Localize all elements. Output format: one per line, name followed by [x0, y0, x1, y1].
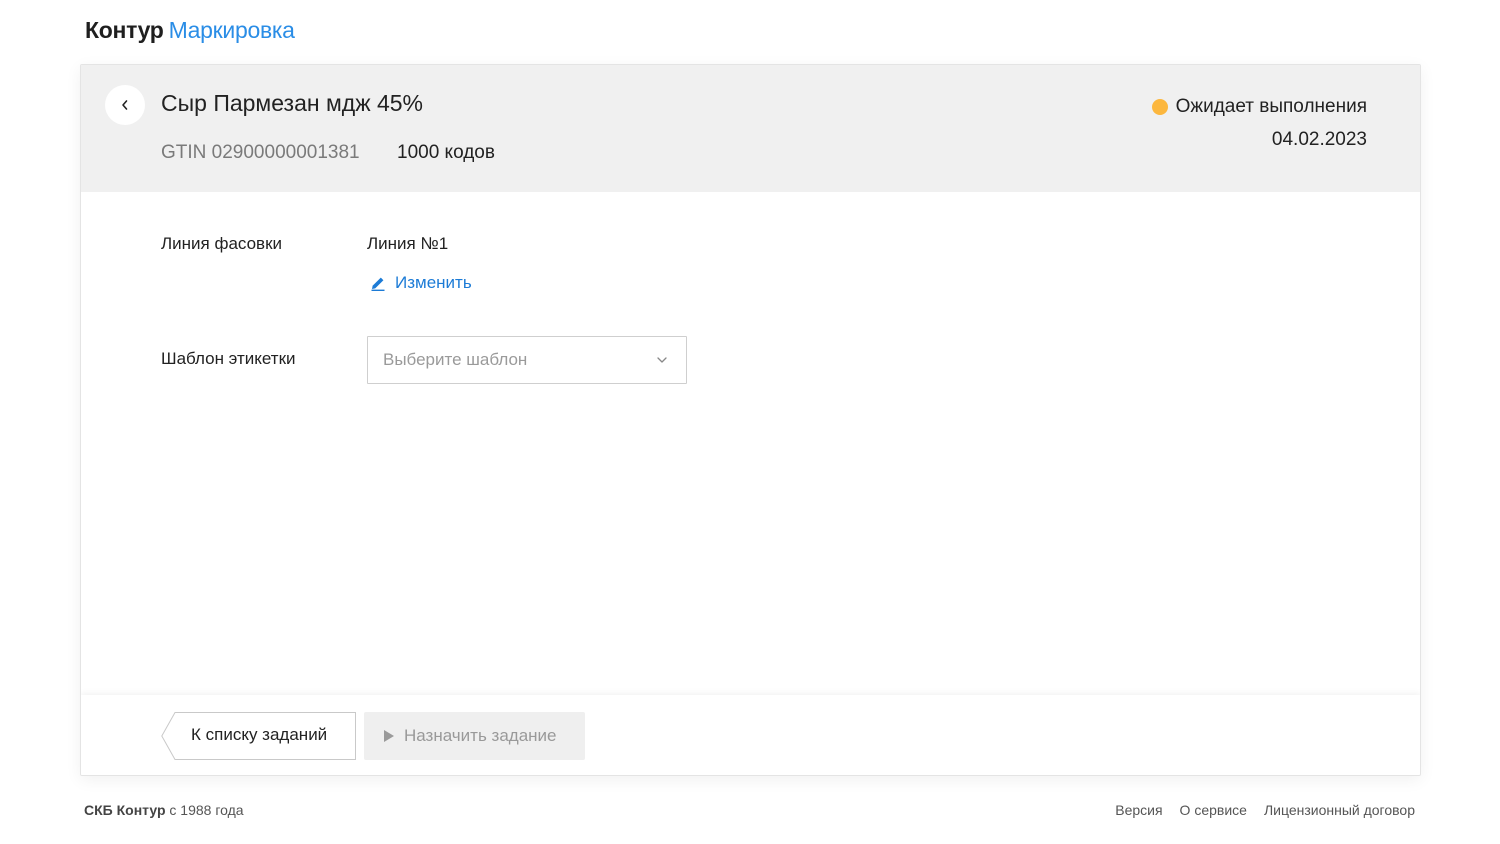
- task-title: Сыр Пармезан мдж 45%: [161, 90, 424, 116]
- pencil-icon: [371, 277, 385, 291]
- app-logo[interactable]: Контур Маркировка: [85, 17, 295, 44]
- template-placeholder: Выберите шаблон: [383, 350, 528, 369]
- gtin-value: GTIN 02900000001381: [161, 142, 360, 163]
- logo-product: Маркировка: [168, 17, 295, 43]
- status-dot-icon: [1151, 99, 1168, 115]
- line-value: Линия №1: [367, 234, 449, 253]
- task-date: 04.02.2023: [1271, 129, 1367, 150]
- task-header: Сыр Пармезан мдж 45% GTIN 02900000001381…: [81, 65, 1420, 192]
- logo-brand: Контур: [85, 17, 164, 43]
- footer-link-version[interactable]: Версия: [1115, 802, 1162, 818]
- task-card: Сыр Пармезан мдж 45% GTIN 02900000001381…: [80, 64, 1421, 776]
- assign-task-button[interactable]: Назначить задание: [364, 712, 585, 760]
- company-since: с 1988 года: [169, 802, 244, 818]
- back-to-list-label: К списку заданий: [191, 725, 328, 744]
- assign-task-label: Назначить задание: [404, 726, 557, 745]
- chevron-down-icon: [657, 357, 667, 363]
- company-name: СКБ Контур: [84, 802, 166, 818]
- codes-count: 1000 кодов: [397, 142, 495, 163]
- copyright: СКБ Контур с 1988 года: [84, 802, 244, 818]
- chevron-left-icon: [122, 100, 128, 110]
- edit-label: Изменить: [395, 273, 472, 292]
- footer-link-about[interactable]: О сервисе: [1180, 802, 1247, 818]
- footer-links: Версия О сервисе Лицензионный договор: [1115, 802, 1415, 818]
- back-button[interactable]: [105, 85, 145, 125]
- footer-link-license[interactable]: Лицензионный договор: [1264, 802, 1415, 818]
- template-label: Шаблон этикетки: [161, 349, 296, 368]
- template-select[interactable]: Выберите шаблон: [367, 336, 687, 384]
- line-label: Линия фасовки: [161, 234, 283, 253]
- status-text: Ожидает выполнения: [1175, 96, 1367, 117]
- status-badge: Ожидает выполнения: [1151, 96, 1367, 118]
- back-to-list-button[interactable]: К списку заданий: [161, 712, 356, 760]
- edit-line-link[interactable]: Изменить: [369, 273, 472, 293]
- play-icon: [384, 730, 394, 742]
